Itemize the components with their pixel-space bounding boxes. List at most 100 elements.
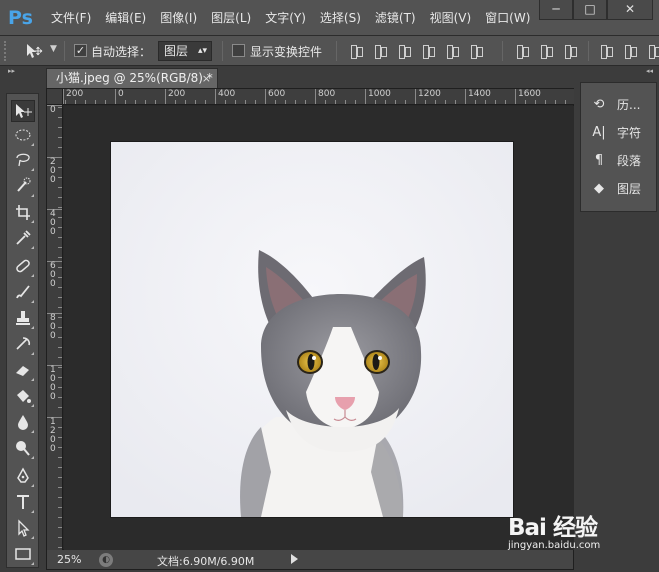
chevron-down-icon[interactable]: ▼ — [50, 44, 57, 54]
move-tool-icon[interactable] — [24, 42, 44, 60]
move-tool-icon[interactable] — [11, 100, 35, 122]
ruler-minor-tick — [445, 100, 446, 104]
ruler-minor-tick — [95, 100, 96, 104]
eraser-tool-icon[interactable] — [11, 360, 35, 382]
menu-type[interactable]: 文字(Y) — [258, 8, 313, 28]
menu-select[interactable]: 选择(S) — [313, 8, 368, 28]
toolbox-collapse-arrows[interactable]: ▸▸ — [0, 67, 42, 75]
ruler-minor-tick — [355, 100, 356, 104]
menu-file[interactable]: 文件(F) — [44, 8, 98, 28]
ruler-origin[interactable] — [47, 89, 63, 105]
panel-history[interactable]: ⟲ 历... — [589, 95, 655, 115]
character-icon: A| — [592, 125, 606, 140]
ruler-minor-tick — [65, 100, 66, 104]
marquee-tool-icon[interactable] — [11, 125, 35, 147]
auto-select-checkbox[interactable]: ✓ — [74, 44, 87, 57]
document-window: 200 0 200 400 600 800 1000 1200 1400 160… — [46, 88, 574, 550]
panel-dock: ⟲ 历... A| 字符 ¶ 段落 ◆ 图层 — [580, 82, 657, 212]
options-separator — [64, 41, 65, 61]
menu-filter[interactable]: 滤镜(T) — [368, 8, 423, 28]
distribute-hcenter-icon[interactable] — [620, 43, 642, 59]
menu-view[interactable]: 视图(V) — [423, 8, 479, 28]
type-tool-icon[interactable] — [11, 492, 35, 514]
panel-layers[interactable]: ◆ 图层 — [589, 179, 655, 199]
rectangle-tool-icon[interactable] — [11, 544, 35, 566]
proof-icon[interactable]: ◐ — [99, 553, 113, 567]
options-bar-grip[interactable] — [4, 41, 8, 61]
align-bottom-icon[interactable] — [394, 43, 416, 59]
paint-bucket-tool-icon[interactable] — [11, 386, 35, 408]
ruler-label: 6 0 0 — [47, 261, 62, 289]
ruler-minor-tick — [185, 100, 186, 104]
maximize-button[interactable]: □ — [573, 0, 607, 20]
watermark-url: jingyan.baidu.com — [508, 540, 601, 551]
blur-tool-icon[interactable] — [11, 412, 35, 434]
pen-tool-icon[interactable] — [11, 466, 35, 488]
ruler-minor-tick — [175, 100, 176, 104]
distribute-right-icon[interactable] — [644, 43, 659, 59]
ruler-minor-tick — [505, 100, 506, 104]
ruler-minor-tick — [58, 237, 62, 238]
document-tab[interactable]: 小猫.jpeg @ 25%(RGB/8) * × — [46, 68, 218, 88]
ruler-minor-tick — [375, 100, 376, 104]
align-hcenter-icon[interactable] — [442, 43, 464, 59]
distribute-left-icon[interactable] — [596, 43, 618, 59]
ruler-minor-tick — [565, 100, 566, 104]
distribute-top-icon[interactable] — [512, 43, 534, 59]
ruler-minor-tick — [58, 437, 62, 438]
close-button[interactable]: ✕ — [607, 0, 653, 20]
ruler-minor-tick — [265, 100, 266, 104]
ruler-minor-tick — [58, 537, 62, 538]
horizontal-ruler[interactable]: 200 0 200 400 600 800 1000 1200 1400 160… — [63, 89, 574, 105]
ruler-label: 1 2 0 0 — [47, 417, 62, 454]
dock-grip[interactable] — [580, 76, 657, 80]
ruler-minor-tick — [285, 100, 286, 104]
panel-collapse-arrows[interactable]: ◂◂ — [579, 67, 659, 75]
dodge-tool-icon[interactable] — [11, 438, 35, 460]
distribute-vcenter-icon[interactable] — [536, 43, 558, 59]
ruler-minor-tick — [58, 477, 62, 478]
distribute-bottom-icon[interactable] — [560, 43, 582, 59]
zoom-level[interactable]: 25% — [57, 553, 81, 566]
lasso-tool-icon[interactable] — [11, 150, 35, 172]
quick-select-tool-icon[interactable] — [11, 176, 35, 198]
ruler-minor-tick — [58, 197, 62, 198]
ruler-minor-tick — [58, 357, 62, 358]
align-vcenter-icon[interactable] — [370, 43, 392, 59]
align-right-icon[interactable] — [466, 43, 488, 59]
ruler-minor-tick — [115, 100, 116, 104]
menu-window[interactable]: 窗口(W) — [478, 8, 537, 28]
clone-stamp-tool-icon[interactable] — [11, 308, 35, 330]
minimize-button[interactable]: ─ — [539, 0, 573, 20]
healing-brush-tool-icon[interactable] — [11, 256, 35, 278]
window-controls: ─ □ ✕ — [539, 0, 653, 20]
vertical-ruler[interactable]: 0 2 0 0 4 0 0 6 0 0 8 0 0 1 0 0 0 1 2 0 … — [47, 105, 63, 550]
brush-tool-icon[interactable] — [11, 282, 35, 304]
panel-label: 段落 — [617, 154, 642, 168]
menu-image[interactable]: 图像(I) — [153, 8, 204, 28]
menu-layer[interactable]: 图层(L) — [204, 8, 258, 28]
panel-character[interactable]: A| 字符 — [589, 123, 655, 143]
ruler-minor-tick — [205, 100, 206, 104]
align-left-icon[interactable] — [418, 43, 440, 59]
align-top-icon[interactable] — [346, 43, 368, 59]
crop-tool-icon[interactable] — [11, 202, 35, 224]
ruler-label: 1600 — [515, 89, 541, 104]
layer-select-dropdown[interactable]: 图层 ▴▾ — [158, 41, 212, 61]
path-selection-tool-icon[interactable] — [11, 518, 35, 540]
panel-paragraph[interactable]: ¶ 段落 — [589, 151, 655, 171]
menu-edit[interactable]: 编辑(E) — [98, 8, 153, 28]
panel-label: 图层 — [617, 182, 642, 196]
history-brush-tool-icon[interactable] — [11, 334, 35, 356]
canvas-pasteboard[interactable] — [64, 106, 574, 550]
ruler-minor-tick — [525, 100, 526, 104]
main-menu: 文件(F) 编辑(E) 图像(I) 图层(L) 文字(Y) 选择(S) 滤镜(T… — [44, 8, 537, 28]
image-canvas[interactable] — [111, 142, 513, 517]
show-transform-checkbox[interactable] — [232, 44, 245, 57]
auto-select-label: 自动选择： — [91, 45, 152, 59]
close-icon[interactable]: × — [202, 69, 211, 88]
ruler-minor-tick — [295, 100, 296, 104]
status-menu-arrow-icon[interactable] — [291, 554, 298, 564]
ruler-minor-tick — [58, 207, 62, 208]
eyedropper-tool-icon[interactable] — [11, 228, 35, 250]
